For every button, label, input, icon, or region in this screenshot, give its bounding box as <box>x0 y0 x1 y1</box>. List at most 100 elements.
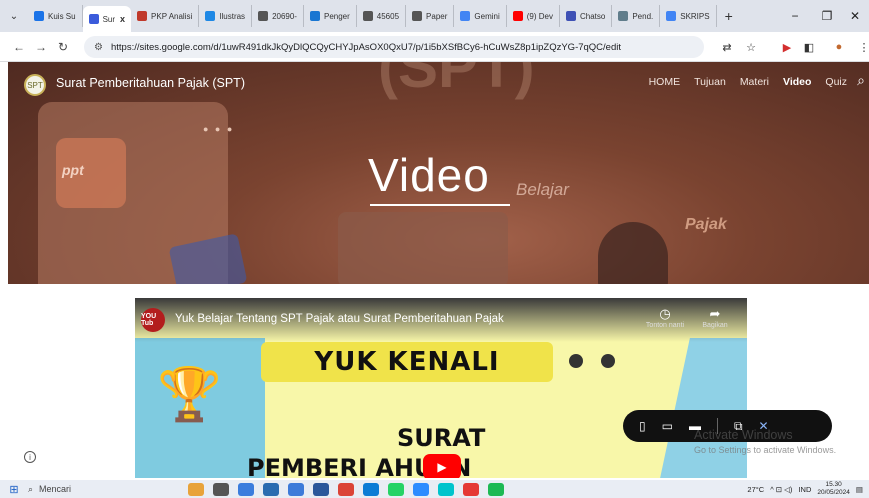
menu-kebab-icon[interactable]: ⋮ <box>855 38 869 56</box>
acrobat-icon[interactable] <box>463 482 479 496</box>
channel-avatar[interactable]: YOU Tub <box>141 308 165 332</box>
tab-favicon-icon <box>666 11 677 21</box>
tab-favicon-icon <box>565 11 576 21</box>
tab-favicon-icon <box>34 11 44 21</box>
browser-tab[interactable]: Chatso <box>560 5 613 27</box>
store-icon[interactable] <box>263 482 279 496</box>
browser-tab[interactable]: 45605 <box>357 5 407 27</box>
nav-item-video[interactable]: Video <box>783 76 811 88</box>
browser-tab[interactable]: Sur x <box>82 6 132 32</box>
maximize-icon[interactable]: ❐ <box>812 0 842 32</box>
video-bubble-2 <box>601 354 615 368</box>
spotify-icon[interactable] <box>488 482 504 496</box>
tab-label: Paper <box>426 11 448 21</box>
tablet-icon[interactable]: ▭ <box>662 419 673 433</box>
extensions-puzzle-icon[interactable]: ◧ <box>800 38 818 56</box>
tab-label: Pend. <box>632 11 654 21</box>
tab-favicon-icon <box>205 11 216 21</box>
new-tab-button[interactable]: + <box>717 8 741 24</box>
back-icon[interactable]: ← <box>8 40 30 54</box>
tab-favicon-icon <box>512 11 523 21</box>
nav-item-materi[interactable]: Materi <box>740 76 769 88</box>
url-text: https://sites.google.com/d/1uwR491dkJkQy… <box>110 41 621 53</box>
browser-tab[interactable]: Pend. <box>612 5 661 27</box>
site-title[interactable]: Surat Pemberitahuan Pajak (SPT) <box>56 76 245 90</box>
windows-start-icon[interactable]: ⊞ <box>0 483 28 496</box>
taskbar-search[interactable]: ⌕ Mencari <box>28 480 138 498</box>
activate-windows-subtitle: Go to Settings to activate Windows. <box>694 445 837 455</box>
share-label: Bagikan <box>702 322 728 329</box>
word-icon[interactable] <box>313 482 329 496</box>
hero-pajak-text: Pajak <box>685 216 727 233</box>
language-indicator[interactable]: IND <box>798 485 811 494</box>
tab-favicon-icon <box>88 14 99 24</box>
share-button[interactable]: ➦ Bagikan <box>693 306 737 329</box>
site-logo[interactable]: SPT <box>24 74 46 96</box>
tab-favicon-icon <box>137 11 148 21</box>
tab-label: Penger <box>323 11 350 21</box>
browser-tab[interactable]: SKRIPS <box>660 5 717 27</box>
files-icon[interactable] <box>288 482 304 496</box>
browser-tab[interactable]: PKP Analisi <box>131 5 200 27</box>
translate-icon[interactable]: ⇄ <box>718 38 736 56</box>
hero-ppt-text: ppt <box>62 162 84 178</box>
browser-tab[interactable]: Ilustras <box>199 5 253 27</box>
canva-icon[interactable] <box>438 482 454 496</box>
page-title: Video <box>368 149 490 201</box>
watch-later-button[interactable]: ◷ Tonton nanti <box>643 306 687 329</box>
forward-icon[interactable]: → <box>30 40 52 54</box>
tab-label: 20690- <box>272 11 297 21</box>
video-banner-text: YUK KENALI <box>314 347 500 377</box>
edge-profile-icon[interactable] <box>238 482 254 496</box>
tab-label: Kuis Su <box>48 11 76 21</box>
url-field[interactable]: ⚙ https://sites.google.com/d/1uwR491dkJk… <box>84 36 704 58</box>
notification-icon[interactable]: ▤ <box>856 485 863 494</box>
bookmark-star-icon[interactable]: ☆ <box>742 38 760 56</box>
browser-tab[interactable]: Paper <box>406 5 455 27</box>
play-icon: ▶ <box>437 460 447 474</box>
activate-windows-title: Activate Windows <box>694 428 793 442</box>
tab-label: PKP Analisi <box>151 11 193 21</box>
youtube-ext-icon[interactable]: ▶ <box>778 38 796 56</box>
embedded-video[interactable]: 🏆 YUK KENALI SURAT PEMBERI AHUAN ▶ YOU T… <box>135 298 747 478</box>
phone-icon[interactable]: ▯ <box>639 419 646 433</box>
share-icon: ➦ <box>709 306 721 321</box>
browser-tab[interactable]: (9) Dev <box>507 5 560 27</box>
browser-tab[interactable]: Gemini <box>454 5 507 27</box>
browser-tab[interactable]: 20690- <box>252 5 304 27</box>
hero-belajar-text: Belajar <box>516 180 569 199</box>
clock-icon: ◷ <box>659 306 671 321</box>
tray-icons[interactable]: ^ ⊡ ◁) <box>770 485 792 494</box>
minimize-icon[interactable]: − <box>780 0 810 32</box>
search-icon[interactable]: ⌕ <box>857 72 865 89</box>
info-icon[interactable]: i <box>24 451 36 463</box>
chrome-icon[interactable] <box>338 482 354 496</box>
whatsapp-icon[interactable] <box>388 482 404 496</box>
nav-item-home[interactable]: HOME <box>649 76 681 88</box>
hero-illustration-person <box>598 222 668 284</box>
hero-illustration-laptop <box>338 212 508 284</box>
browser-tab[interactable]: Penger <box>304 5 357 27</box>
reload-icon[interactable]: ↻ <box>52 40 74 54</box>
browser-tab[interactable]: Kuis Su <box>28 5 83 27</box>
task-view-icon[interactable] <box>213 482 229 496</box>
video-word-surat: SURAT <box>397 424 486 452</box>
tab-label: Sur <box>102 14 116 24</box>
tab-label: (9) Dev <box>526 11 553 21</box>
zoom-icon[interactable] <box>413 482 429 496</box>
tab-search-icon[interactable]: ⌄ <box>6 8 22 24</box>
nav-item-quiz[interactable]: Quiz <box>825 76 847 88</box>
tab-close-icon[interactable]: x <box>120 14 125 24</box>
clock[interactable]: 15.30 20/05/2024 <box>817 481 850 497</box>
widgets-icon[interactable] <box>188 482 204 496</box>
nav-item-tujuan[interactable]: Tujuan <box>694 76 726 88</box>
edge-icon[interactable] <box>363 482 379 496</box>
video-bubble-1 <box>569 354 583 368</box>
profile-avatar-icon[interactable]: ● <box>830 38 848 56</box>
site-info-icon[interactable]: ⚙ <box>94 42 103 53</box>
hero-dots: ● ● ● <box>203 124 235 134</box>
play-button[interactable]: ▶ <box>423 454 461 478</box>
weather-temp[interactable]: 27°C <box>747 485 764 494</box>
close-icon[interactable]: ✕ <box>840 0 869 32</box>
video-title[interactable]: Yuk Belajar Tentang SPT Pajak atau Surat… <box>175 313 504 325</box>
